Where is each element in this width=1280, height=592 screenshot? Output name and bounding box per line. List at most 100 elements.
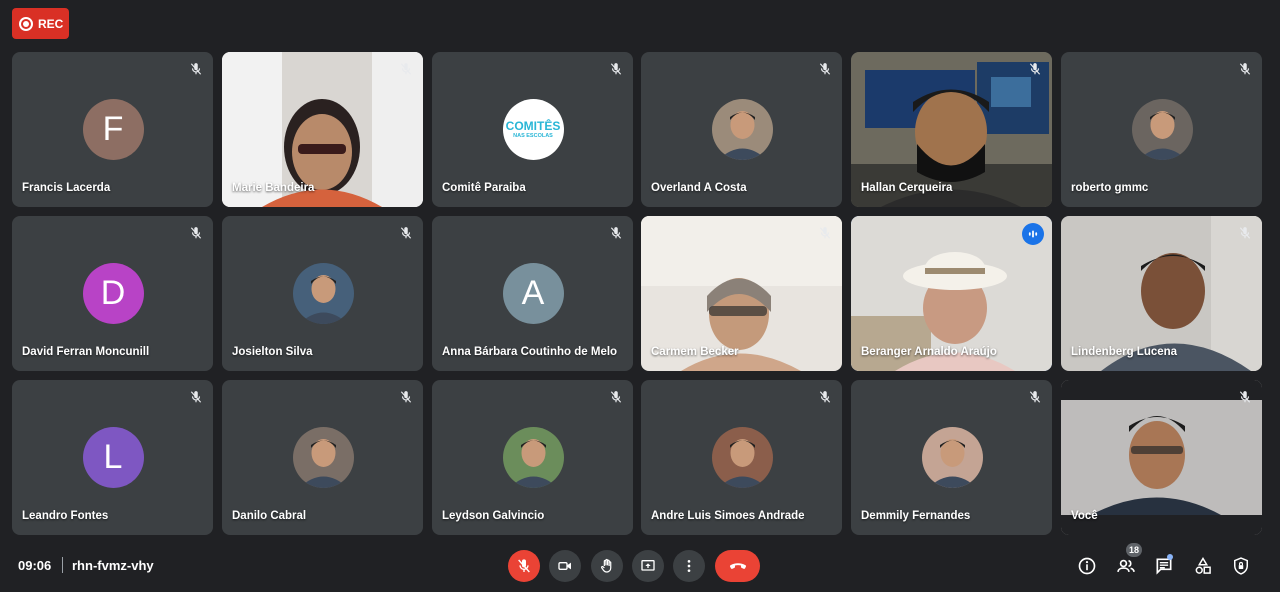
participant-name: Hallan Cerqueira xyxy=(861,182,953,194)
mic-off-icon xyxy=(1029,391,1041,403)
more-vert-icon xyxy=(687,560,691,572)
participant-count-badge: 18 xyxy=(1126,543,1143,557)
hangup-icon xyxy=(729,563,746,569)
mic-off-icon xyxy=(819,391,831,403)
muted-indicator xyxy=(397,224,415,242)
mic-off-icon xyxy=(400,63,412,75)
muted-indicator xyxy=(1026,60,1044,78)
avatar-photo xyxy=(711,99,773,160)
mic-off-icon xyxy=(1239,391,1251,403)
mic-off-icon xyxy=(1239,227,1251,239)
participant-tile[interactable]: Hallan Cerqueira xyxy=(851,52,1052,207)
hand-icon xyxy=(601,558,612,573)
participant-tile[interactable]: Danilo Cabral xyxy=(222,380,423,535)
participant-tile[interactable]: Beranger Arnaldo Araújo xyxy=(851,216,1052,371)
mic-off-icon xyxy=(819,63,831,75)
present-screen-button[interactable] xyxy=(632,550,664,582)
avatar-photo xyxy=(502,427,564,488)
avatar-logo: COMITÊS NAS ESCOLAS xyxy=(502,99,564,160)
participant-tile[interactable]: D David Ferran Moncunill xyxy=(12,216,213,371)
muted-indicator xyxy=(187,224,205,242)
participant-tile[interactable]: A Anna Bárbara Coutinho de Melo xyxy=(432,216,633,371)
muted-indicator xyxy=(607,224,625,242)
logo-subtext: NAS ESCOLAS xyxy=(513,132,553,139)
participant-tile[interactable]: Overland A Costa xyxy=(641,52,842,207)
muted-indicator xyxy=(1236,388,1254,406)
mic-off-icon xyxy=(518,559,530,573)
avatar: D xyxy=(82,263,144,324)
participant-name: Carmem Becker xyxy=(651,346,739,358)
logo-text: COMITÊS xyxy=(505,118,561,133)
participant-name: Josielton Silva xyxy=(232,346,313,358)
participant-name: Leandro Fontes xyxy=(22,510,109,522)
participant-tile[interactable]: Demmily Fernandes xyxy=(851,380,1052,535)
host-controls-button[interactable] xyxy=(1229,554,1253,578)
audio-level-icon xyxy=(1028,230,1038,238)
participant-tile[interactable]: Você xyxy=(1061,380,1262,535)
activities-button[interactable] xyxy=(1191,554,1215,578)
avatar-photo xyxy=(292,427,354,488)
participant-name: Demmily Fernandes xyxy=(861,510,971,522)
camera-icon xyxy=(558,562,571,570)
muted-indicator xyxy=(1026,388,1044,406)
participant-name: Lindenberg Lucena xyxy=(1071,346,1178,358)
mic-off-icon xyxy=(1029,63,1041,75)
meeting-time: 09:06 xyxy=(18,558,52,573)
participant-name: Andre Luis Simoes Andrade xyxy=(651,510,805,522)
mic-off-icon xyxy=(610,391,622,403)
bottom-bar: 09:06 rhn-fvmz-vhy 18 xyxy=(0,540,1280,592)
avatar: L xyxy=(82,427,144,488)
meeting-code[interactable]: rhn-fvmz-vhy xyxy=(72,558,154,573)
chat-unread-dot xyxy=(1167,554,1173,560)
participant-tile[interactable]: Lindenberg Lucena xyxy=(1061,216,1262,371)
participant-name: Danilo Cabral xyxy=(232,510,307,522)
participant-tile[interactable]: L Leandro Fontes xyxy=(12,380,213,535)
shield-lock-icon xyxy=(1234,557,1248,575)
info-icon xyxy=(1078,557,1096,575)
meeting-details-button[interactable] xyxy=(1075,554,1099,578)
mic-off-icon xyxy=(400,227,412,239)
muted-indicator xyxy=(187,388,205,406)
participant-name: Francis Lacerda xyxy=(22,182,111,194)
people-button[interactable] xyxy=(1114,554,1138,578)
muted-indicator xyxy=(1236,60,1254,78)
record-icon xyxy=(19,16,33,31)
participant-tile[interactable]: Marie Bandeira xyxy=(222,52,423,207)
avatar: A xyxy=(502,263,564,324)
more-options-button[interactable] xyxy=(673,550,705,582)
avatar-photo xyxy=(711,427,773,488)
participant-tile[interactable]: Josielton Silva xyxy=(222,216,423,371)
muted-indicator xyxy=(397,60,415,78)
camera-toggle-button[interactable] xyxy=(549,550,581,582)
mic-off-icon xyxy=(610,227,622,239)
participant-name: Overland A Costa xyxy=(651,182,747,194)
mic-off-icon xyxy=(610,63,622,75)
microphone-toggle-button[interactable] xyxy=(508,550,540,582)
mic-off-icon xyxy=(190,227,202,239)
participant-name: Comitê Paraiba xyxy=(442,182,526,194)
muted-indicator xyxy=(607,388,625,406)
participant-tile[interactable]: Carmem Becker xyxy=(641,216,842,371)
muted-indicator xyxy=(816,60,834,78)
participant-name: Marie Bandeira xyxy=(232,182,315,194)
participant-name: roberto gmmc xyxy=(1071,182,1149,194)
muted-indicator xyxy=(397,388,415,406)
present-icon xyxy=(641,560,655,571)
participant-tile[interactable]: COMITÊS NAS ESCOLAS Comitê Paraiba xyxy=(432,52,633,207)
leave-call-button[interactable] xyxy=(715,550,760,582)
participant-tile[interactable]: Andre Luis Simoes Andrade xyxy=(641,380,842,535)
shapes-icon xyxy=(1195,557,1211,574)
speaking-indicator xyxy=(1022,223,1044,245)
participant-tile[interactable]: F Francis Lacerda xyxy=(12,52,213,207)
avatar-photo xyxy=(1131,99,1193,160)
mic-off-icon xyxy=(819,227,831,239)
people-icon xyxy=(1117,559,1135,572)
participant-name: Leydson Galvincio xyxy=(442,510,545,522)
avatar-photo xyxy=(921,427,983,488)
muted-indicator xyxy=(187,60,205,78)
participant-tile[interactable]: roberto gmmc xyxy=(1061,52,1262,207)
participant-tile[interactable]: Leydson Galvincio xyxy=(432,380,633,535)
raise-hand-button[interactable] xyxy=(591,550,623,582)
participant-name: Beranger Arnaldo Araújo xyxy=(861,346,997,358)
participant-name: Anna Bárbara Coutinho de Melo xyxy=(442,346,618,358)
